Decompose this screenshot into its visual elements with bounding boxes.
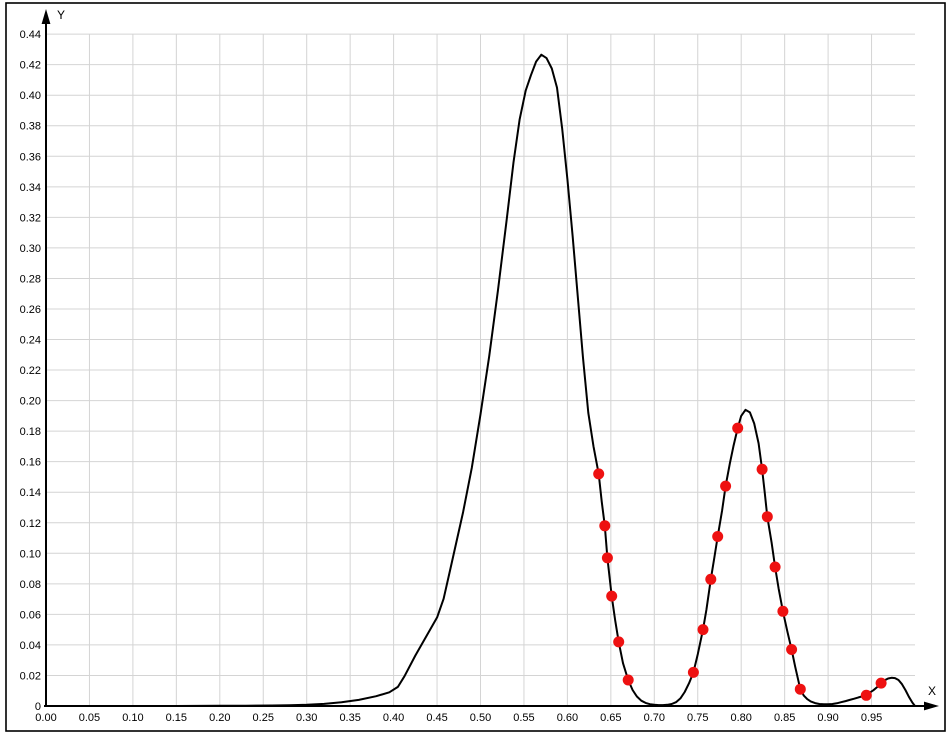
- data-point: [762, 511, 773, 522]
- data-point: [599, 520, 610, 531]
- y-tick-label: 0.20: [20, 396, 41, 408]
- x-tick-label: 0.60: [557, 712, 578, 724]
- data-point: [593, 468, 604, 479]
- x-tick-label: 0.35: [339, 712, 360, 724]
- y-tick-label: 0.28: [20, 273, 41, 285]
- data-point: [705, 574, 716, 585]
- y-tick-label: 0.08: [20, 579, 41, 591]
- x-tick-label: 0.45: [426, 712, 447, 724]
- x-tick-label: 0.50: [470, 712, 491, 724]
- x-tick-label: 0.30: [296, 712, 317, 724]
- x-tick-label: 0.40: [383, 712, 404, 724]
- x-tick-label: 0.80: [730, 712, 751, 724]
- x-axis-label: X: [928, 684, 936, 698]
- y-tick-label: 0.16: [20, 457, 41, 469]
- y-tick-label: 0.22: [20, 365, 41, 377]
- y-tick-label: 0.10: [20, 548, 41, 560]
- x-tick-label: 0.65: [600, 712, 621, 724]
- y-axis-label: Y: [57, 8, 65, 22]
- data-point: [861, 690, 872, 701]
- x-tick-label: 0.75: [687, 712, 708, 724]
- chart-figure: 0.00 0.05 0.10 0.15 0.20 0.25 0.30 0.35 0.40 0.45…: [0, 0, 952, 741]
- x-tick-label: 0.95: [861, 712, 882, 724]
- data-point: [602, 552, 613, 563]
- y-tick-label: 0.34: [20, 182, 41, 194]
- x-tick-label: 0.20: [209, 712, 230, 724]
- x-tick-label: 0.90: [817, 712, 838, 724]
- x-tick-label: 0.00: [35, 712, 56, 724]
- data-point: [732, 423, 743, 434]
- y-tick-label: 0.18: [20, 426, 41, 438]
- y-tick-label: 0.44: [20, 29, 41, 41]
- y-tick-label: 0.40: [20, 90, 41, 102]
- data-point: [688, 667, 699, 678]
- data-point: [777, 606, 788, 617]
- data-point: [786, 644, 797, 655]
- y-tick-label: 0.06: [20, 609, 41, 621]
- data-point: [712, 531, 723, 542]
- data-point: [613, 636, 624, 647]
- data-point: [757, 464, 768, 475]
- data-point: [795, 684, 806, 695]
- y-tick-label: 0.24: [20, 335, 41, 347]
- y-tick-label: 0.32: [20, 212, 41, 224]
- y-tick-label: 0: [35, 701, 41, 713]
- data-point: [623, 675, 634, 686]
- x-tick-label: 0.85: [774, 712, 795, 724]
- y-tick-label: 0.12: [20, 518, 41, 530]
- data-point: [606, 591, 617, 602]
- x-tick-label: 0.55: [513, 712, 534, 724]
- x-tick-label: 0.15: [166, 712, 187, 724]
- data-point: [876, 678, 887, 689]
- x-tick-label: 0.10: [122, 712, 143, 724]
- x-tick-label: 0.25: [253, 712, 274, 724]
- gridlines: [46, 34, 915, 706]
- data-point: [770, 562, 781, 573]
- y-tick-label: 0.36: [20, 151, 41, 163]
- x-tick-label: 0.70: [644, 712, 665, 724]
- y-tick-label: 0.38: [20, 121, 41, 133]
- data-point: [698, 624, 709, 635]
- y-tick-label: 0.26: [20, 304, 41, 316]
- y-tick-label: 0.14: [20, 487, 41, 499]
- x-tick-label: 0.05: [79, 712, 100, 724]
- y-tick-label: 0.42: [20, 60, 41, 72]
- y-tick-label: 0.02: [20, 670, 41, 682]
- data-point: [720, 481, 731, 492]
- y-tick-label: 0.04: [20, 640, 41, 652]
- chart-svg: 0.00 0.05 0.10 0.15 0.20 0.25 0.30 0.35 0.40 0.45…: [0, 0, 952, 741]
- y-tick-label: 0.30: [20, 243, 41, 255]
